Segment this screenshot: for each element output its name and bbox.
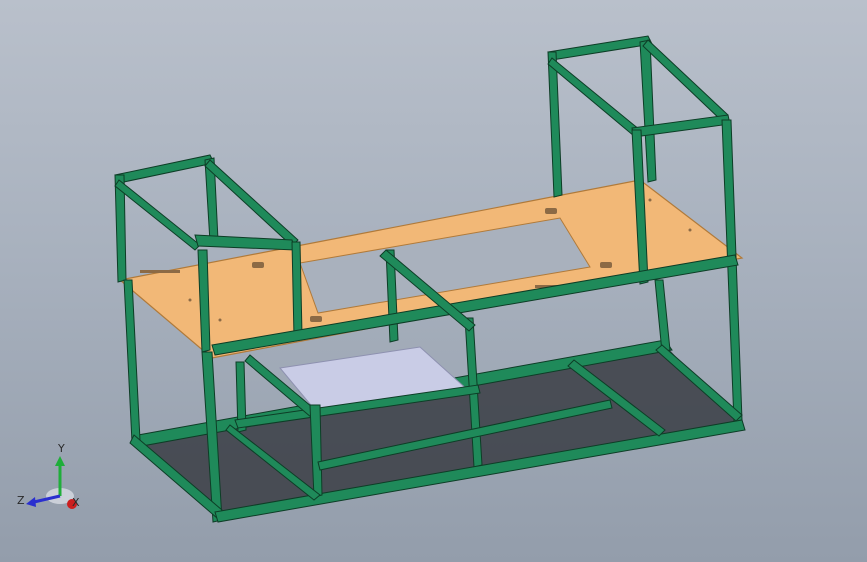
z-axis-label: Z	[17, 494, 25, 507]
y-axis-label: Y	[57, 442, 65, 455]
z-axis-arrow-icon	[26, 497, 36, 507]
cad-viewport[interactable]: Y Z X	[0, 0, 867, 562]
x-axis-label: X	[72, 496, 80, 509]
frame-assembly-model[interactable]	[0, 0, 867, 562]
axis-triad: Y Z X	[17, 442, 80, 509]
y-axis-arrow-icon	[55, 456, 65, 466]
